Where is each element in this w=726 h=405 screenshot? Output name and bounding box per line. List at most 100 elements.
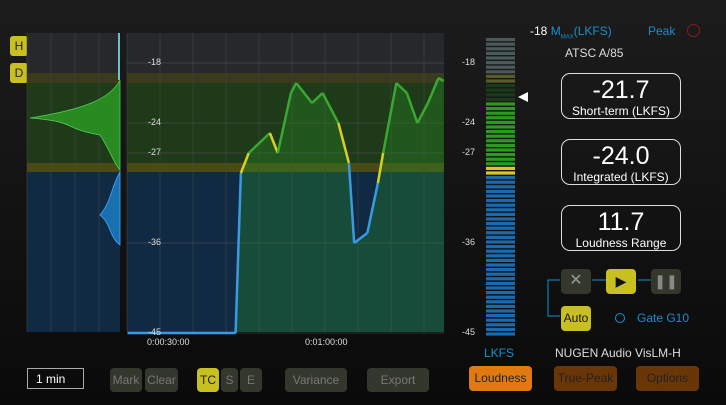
meter-segment [486, 97, 515, 101]
s-button[interactable]: S [221, 368, 238, 392]
mmax-value: -18 [530, 24, 548, 38]
meter-segment [486, 258, 515, 262]
integrated-value: -24.0 [592, 142, 650, 170]
pause-button[interactable]: ❚❚ [651, 269, 681, 294]
time-tick: 0:01:00:00 [305, 337, 348, 347]
meter-scale-tick: -45 [462, 327, 476, 337]
lower-tolerance-band [27, 163, 120, 172]
meter-segment [486, 130, 515, 134]
clear-button[interactable]: Clear [145, 368, 178, 392]
meter-segment [486, 249, 515, 253]
meter-segment [486, 111, 515, 115]
meter-segment [486, 93, 515, 97]
meter-segment [486, 180, 515, 184]
meter-scale-tick: -36 [462, 237, 476, 247]
meter-segment [486, 281, 515, 285]
meter-segment [486, 222, 515, 226]
meter-segment [486, 51, 515, 55]
meter-segment [486, 212, 515, 216]
tab-true-peak[interactable]: True-Peak [554, 366, 617, 391]
meter-scale-tick: -24 [462, 117, 476, 127]
meter-segment [486, 327, 515, 331]
graph-scale-tick: -36 [148, 237, 162, 247]
timescale-select[interactable]: 1 min [27, 368, 84, 389]
meter-segment [486, 125, 515, 129]
meter-segment [486, 318, 515, 322]
reset-button[interactable]: ✕ [561, 269, 591, 294]
short-term-readout: -21.7 Short-term (LKFS) [561, 73, 681, 119]
tab-loudness[interactable]: Loudness [469, 366, 532, 391]
meter-segment [486, 65, 515, 69]
meter-segment [486, 134, 515, 138]
meter-segment [486, 304, 515, 308]
meter-segment [486, 268, 515, 272]
gate-label: Gate G10 [637, 311, 690, 325]
auto-button[interactable]: Auto [561, 306, 591, 331]
meter-segment [486, 240, 515, 244]
meter-segment [486, 272, 515, 276]
mmax-sub: MAX [560, 34, 574, 41]
meter-segment [486, 245, 515, 249]
meter-segment [486, 166, 515, 170]
meter-scale-tick: -27 [462, 147, 476, 157]
graph-scale-tick: -24 [148, 117, 162, 127]
meter-segment [486, 171, 515, 175]
mmax-m: M [550, 24, 561, 38]
meter-segment [486, 56, 515, 60]
meter-segment [486, 176, 515, 180]
loudness-range-value: 11.7 [597, 208, 645, 236]
meter-segment [486, 226, 515, 230]
graph-scale-tick: -45 [148, 327, 162, 337]
meter-segment [486, 107, 515, 111]
standard-label: ATSC A/85 [565, 46, 624, 60]
graph-scale-tick: -27 [148, 147, 162, 157]
meter-segment [486, 162, 515, 166]
tc-button[interactable]: TC [197, 368, 219, 392]
below-target-band [27, 172, 120, 332]
meter-segment [486, 116, 515, 120]
e-button[interactable]: E [240, 368, 262, 392]
meter-segment [486, 120, 515, 124]
meter-segment [486, 309, 515, 313]
meter-segment [486, 231, 515, 235]
loudness-range-readout: 11.7 Loudness Range [561, 205, 681, 251]
peak-label: Peak [648, 24, 676, 38]
meter-segment [486, 185, 515, 189]
meter-segment [486, 70, 515, 74]
mmax-unit: (LKFS) [573, 24, 612, 38]
meter-segment [486, 291, 515, 295]
meter-segment [486, 148, 515, 152]
tab-options[interactable]: Options [636, 366, 699, 391]
meter-segment [486, 194, 515, 198]
meter-pointer-icon [518, 92, 528, 102]
meter-segment [486, 235, 515, 239]
play-button[interactable]: ▶ [606, 269, 636, 294]
upper-tolerance-band [127, 73, 444, 83]
meter-segment [486, 295, 515, 299]
variance-button[interactable]: Variance [285, 368, 347, 392]
meter-segment [486, 323, 515, 327]
meter-segment [486, 189, 515, 193]
integrated-readout: -24.0 Integrated (LKFS) [561, 139, 681, 185]
meter-segment [486, 199, 515, 203]
meter-segment [486, 139, 515, 143]
gate-indicator-icon[interactable] [615, 313, 625, 323]
time-tick: 0:00:30:00 [147, 337, 190, 347]
upper-tolerance-band [27, 73, 120, 83]
meter-segment [486, 79, 515, 83]
meter-segment [486, 300, 515, 304]
meter-segment [486, 314, 515, 318]
meter-segment [486, 153, 515, 157]
export-button[interactable]: Export [367, 368, 429, 392]
meter-segment [486, 254, 515, 258]
meter-segment [486, 47, 515, 51]
meter-segment [486, 277, 515, 281]
peak-indicator-icon[interactable] [687, 24, 700, 37]
meter-segment [486, 84, 515, 88]
short-term-label: Short-term (LKFS) [571, 104, 670, 118]
mark-button[interactable]: Mark [110, 368, 142, 392]
meter-segment [486, 42, 515, 46]
meter-segment [486, 286, 515, 290]
meter-segment [486, 203, 515, 207]
loudness-graph [26, 33, 528, 336]
